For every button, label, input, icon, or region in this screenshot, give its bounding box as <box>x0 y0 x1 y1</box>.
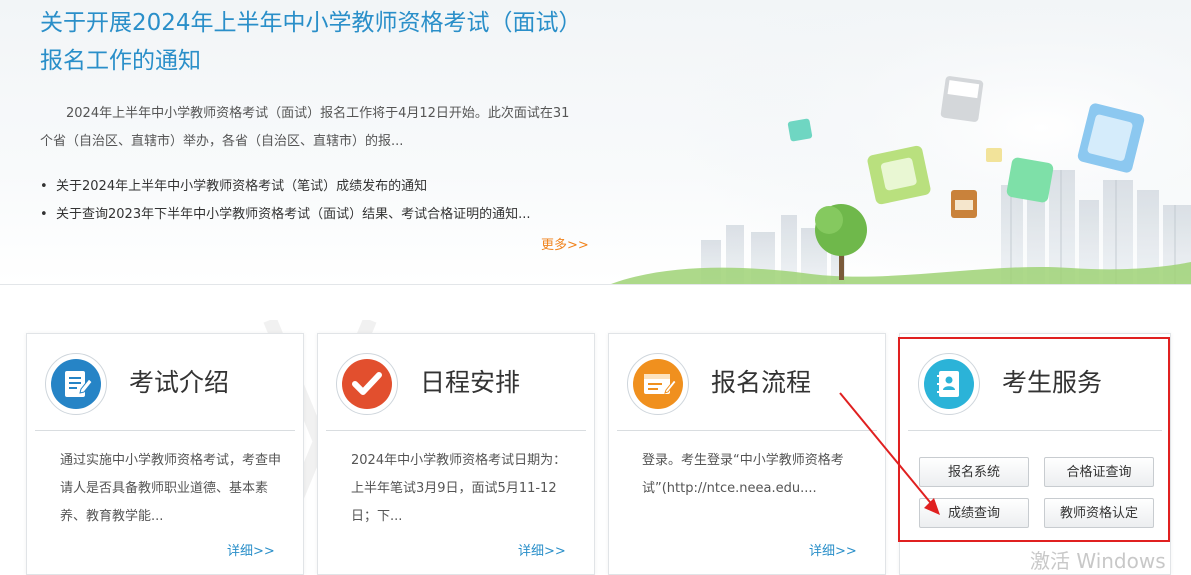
activation-watermark: 激活 Windows <box>1030 549 1166 573</box>
bullet-icon: • <box>40 207 48 222</box>
checkmark-icon <box>342 359 392 409</box>
more-link[interactable]: 更多>> <box>541 234 589 253</box>
card-exam-intro: 考试介绍 通过实施中小学教师资格考试，考查申请人是否具备教师职业道德、基本素养、… <box>26 333 304 575</box>
divider <box>326 430 586 431</box>
city-illustration <box>591 0 1191 284</box>
card-title: 日程安排 <box>420 368 521 397</box>
detail-link[interactable]: 详细>> <box>518 540 566 559</box>
icon-frame <box>45 353 107 415</box>
news-list: • 关于2024年上半年中小学教师资格考试（笔试）成绩发布的通知 • 关于查询202… <box>40 173 580 229</box>
document-edit-icon <box>51 359 101 409</box>
detail-link[interactable]: 详细>> <box>809 540 857 559</box>
card-description: 2024年中小学教师资格考试日期为：上半年笔试3月9日，面试5月11-12日；下… <box>351 453 567 524</box>
news-summary: 2024年上半年中小学教师资格考试（面试）报名工作将于4月12日开始。此次面试在… <box>40 106 570 149</box>
news-banner: 关于开展2024年上半年中小学教师资格考试（面试）报名工作的通知 2024年上半… <box>0 0 1191 285</box>
card-title: 报名流程 <box>711 368 812 397</box>
headline-link[interactable]: 关于开展2024年上半年中小学教师资格考试（面试）报名工作的通知 <box>40 4 580 80</box>
icon-frame <box>627 353 689 415</box>
detail-link[interactable]: 详细>> <box>227 540 275 559</box>
divider <box>35 430 295 431</box>
bullet-icon: • <box>40 179 48 194</box>
card-schedule: 日程安排 2024年中小学教师资格考试日期为：上半年笔试3月9日，面试5月11-… <box>317 333 595 575</box>
teacher-qualification-button[interactable]: 教师资格认定 <box>1044 498 1154 528</box>
icon-frame <box>336 353 398 415</box>
annotation-arrow-icon <box>839 392 940 515</box>
certificate-query-button[interactable]: 合格证查询 <box>1044 457 1154 487</box>
form-edit-icon <box>633 359 683 409</box>
news-item[interactable]: • 关于查询2023年下半年中小学教师资格考试（面试）结果、考试合格证明的通知..… <box>40 201 580 229</box>
card-description: 通过实施中小学教师资格考试，考查申请人是否具备教师职业道德、基本素养、教育教学能… <box>60 453 282 524</box>
card-title: 考试介绍 <box>129 368 230 397</box>
card-title: 考生服务 <box>1002 368 1103 397</box>
news-item[interactable]: • 关于2024年上半年中小学教师资格考试（笔试）成绩发布的通知 <box>40 173 580 201</box>
